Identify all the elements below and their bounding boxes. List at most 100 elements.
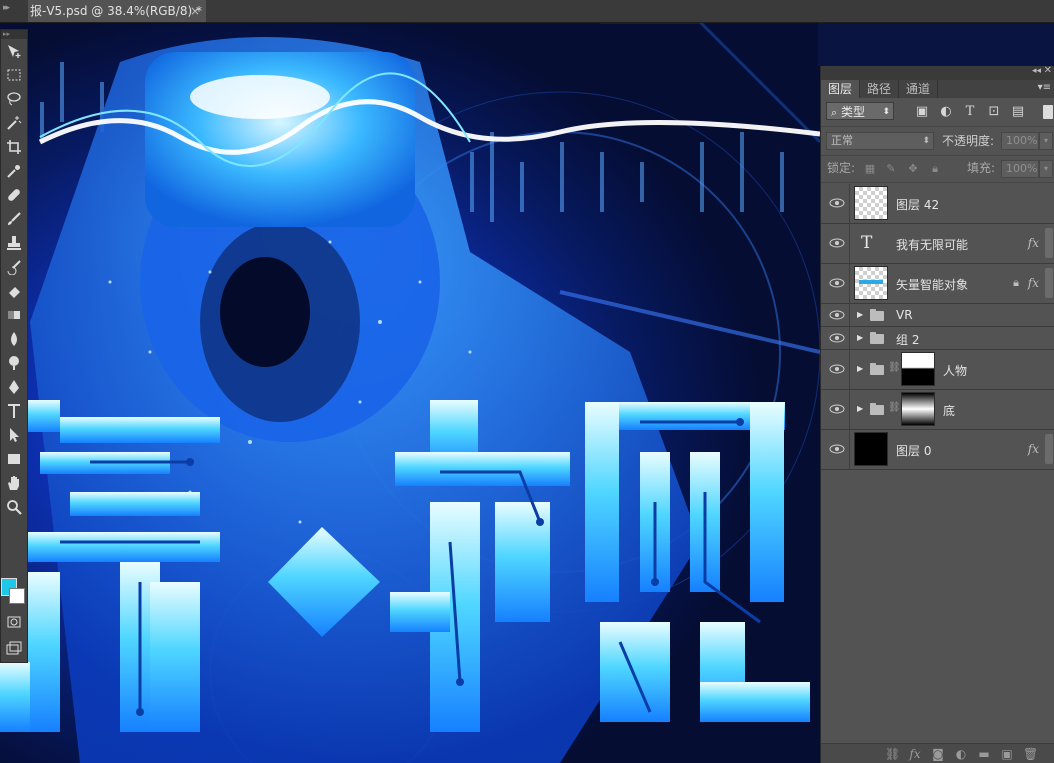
history-brush-tool-icon[interactable] — [1, 255, 27, 279]
add-mask-icon[interactable]: ◙ — [931, 747, 945, 761]
layer-row[interactable]: 矢量智能对象 🔒︎ fx — [821, 264, 1054, 304]
layer-group-row[interactable]: ▶ 组 2 — [821, 327, 1054, 350]
healing-brush-tool-icon[interactable] — [1, 183, 27, 207]
visibility-eye-icon[interactable] — [829, 363, 845, 375]
blur-tool-icon[interactable] — [1, 327, 27, 351]
screen-mode-icon[interactable] — [1, 636, 27, 660]
adjustment-layer-icon[interactable]: ◐ — [954, 747, 968, 761]
divider — [849, 224, 850, 263]
close-panel-icon[interactable]: ✕ — [1044, 65, 1052, 76]
shape-filter-icon[interactable]: ⊡ — [987, 105, 1001, 119]
visibility-eye-icon[interactable] — [829, 403, 845, 415]
shape-tool-icon[interactable] — [1, 447, 27, 471]
eraser-tool-icon[interactable] — [1, 279, 27, 303]
visibility-eye-icon[interactable] — [829, 237, 845, 249]
pen-tool-icon[interactable] — [1, 375, 27, 399]
fx-icon[interactable]: fx — [1028, 236, 1039, 250]
background-color-swatch[interactable] — [9, 588, 25, 604]
quick-mask-icon[interactable] — [1, 610, 27, 634]
layer-name[interactable]: 底 — [943, 402, 955, 419]
layer-group-row[interactable]: ▶ ⛓︎ 人物 — [821, 350, 1054, 390]
brush-tool-icon[interactable] — [1, 207, 27, 231]
dodge-tool-icon[interactable] — [1, 351, 27, 375]
layer-name[interactable]: 图层 0 — [896, 442, 931, 459]
adjustment-filter-icon[interactable]: ◐ — [939, 105, 953, 119]
fx-icon[interactable]: fx — [1028, 276, 1039, 290]
divider — [849, 264, 850, 303]
fill-dropdown-icon[interactable]: ▾ — [1039, 160, 1053, 178]
new-group-icon[interactable]: ▬ — [977, 747, 991, 761]
visibility-eye-icon[interactable] — [829, 332, 845, 344]
layer-group-row[interactable]: ▶ ⛓︎ 底 — [821, 390, 1054, 430]
lock-transparency-icon[interactable]: ▦ — [864, 163, 876, 175]
eyedropper-tool-icon[interactable] — [1, 159, 27, 183]
hand-tool-icon[interactable] — [1, 471, 27, 495]
link-layers-icon[interactable]: ⛓︎ — [885, 747, 900, 761]
filter-toggle-icon[interactable] — [1043, 105, 1053, 119]
expand-triangle-icon[interactable]: ▶ — [857, 310, 863, 319]
lock-pixels-icon[interactable]: ✎ — [885, 163, 897, 175]
document-tab[interactable]: 报-V5.psd @ 38.4%(RGB/8) * × — [28, 0, 206, 22]
mask-link-icon[interactable]: ⛓︎ — [888, 362, 901, 373]
crop-tool-icon[interactable] — [1, 135, 27, 159]
visibility-eye-icon[interactable] — [829, 443, 845, 455]
mask-link-icon[interactable]: ⛓︎ — [888, 402, 901, 413]
type-tool-icon[interactable] — [1, 399, 27, 423]
tab-layers[interactable]: 图层 — [821, 80, 861, 98]
layer-name[interactable]: VR — [896, 308, 913, 322]
fx-icon[interactable]: fx — [1028, 442, 1039, 456]
delete-layer-icon[interactable]: 🗑︎ — [1023, 747, 1038, 761]
magic-wand-tool-icon[interactable] — [1, 111, 27, 135]
mask-thumbnail[interactable] — [901, 392, 935, 426]
layer-row[interactable]: T 我有无限可能 fx — [821, 224, 1054, 264]
filter-kind-select[interactable]: ⌕ 类型 ⬍ — [826, 102, 894, 120]
document-canvas[interactable] — [0, 22, 820, 763]
effects-toggle[interactable] — [1045, 228, 1053, 258]
effects-toggle[interactable] — [1045, 268, 1053, 298]
lock-all-icon[interactable]: 🔒︎ — [929, 163, 941, 175]
layer-name[interactable]: 组 2 — [896, 331, 919, 348]
layer-name[interactable]: 矢量智能对象 — [896, 276, 968, 293]
effects-toggle[interactable] — [1045, 434, 1053, 464]
clone-stamp-tool-icon[interactable] — [1, 231, 27, 255]
path-selection-tool-icon[interactable] — [1, 423, 27, 447]
expand-triangle-icon[interactable]: ▶ — [857, 333, 863, 342]
lasso-tool-icon[interactable] — [1, 87, 27, 111]
visibility-eye-icon[interactable] — [829, 197, 845, 209]
gradient-tool-icon[interactable] — [1, 303, 27, 327]
marquee-tool-icon[interactable] — [1, 63, 27, 87]
zoom-tool-icon[interactable] — [1, 495, 27, 519]
layer-name[interactable]: 人物 — [943, 362, 967, 379]
add-style-icon[interactable]: fx — [908, 747, 922, 761]
new-layer-icon[interactable]: ▣ — [1000, 747, 1014, 761]
visibility-eye-icon[interactable] — [829, 277, 845, 289]
fill-field[interactable]: 100% — [1001, 160, 1039, 178]
layer-row[interactable]: 图层 42 — [821, 184, 1054, 224]
type-filter-icon[interactable]: T — [963, 105, 977, 119]
expand-triangle-icon[interactable]: ▶ — [857, 364, 863, 373]
mask-thumbnail[interactable] — [901, 352, 935, 386]
move-tool-icon[interactable] — [1, 39, 27, 63]
visibility-eye-icon[interactable] — [829, 309, 845, 321]
collapse-panel-icon[interactable]: ◂◂ — [1032, 66, 1041, 76]
close-icon[interactable]: × — [190, 0, 200, 22]
expand-triangle-icon[interactable]: ▶ — [857, 404, 863, 413]
layer-name[interactable]: 图层 42 — [896, 196, 939, 213]
tools-panel-header[interactable]: ▸▸ — [1, 30, 27, 39]
opacity-field[interactable]: 100% — [1001, 132, 1039, 150]
updown-arrow-icon: ⬍ — [922, 136, 930, 146]
panel-menu-icon[interactable]: ▾≡ — [1038, 82, 1051, 93]
smart-object-filter-icon[interactable]: ▤ — [1011, 105, 1025, 119]
collapse-icon[interactable]: ▸▸ — [3, 3, 10, 13]
layer-row[interactable]: 图层 0 fx — [821, 430, 1054, 470]
pixel-filter-icon[interactable]: ▣ — [915, 105, 929, 119]
tab-channels[interactable]: 通道 — [899, 80, 939, 98]
tab-paths[interactable]: 路径 — [860, 80, 900, 98]
layer-group-row[interactable]: ▶ VR — [821, 304, 1054, 327]
layer-name[interactable]: 我有无限可能 — [896, 236, 968, 253]
lock-position-icon[interactable]: ✥ — [907, 163, 919, 175]
canvas-edge — [818, 22, 1054, 66]
fill-label: 填充: — [967, 161, 996, 175]
blend-mode-select[interactable]: 正常 ⬍ — [826, 132, 934, 150]
opacity-dropdown-icon[interactable]: ▾ — [1039, 132, 1053, 150]
